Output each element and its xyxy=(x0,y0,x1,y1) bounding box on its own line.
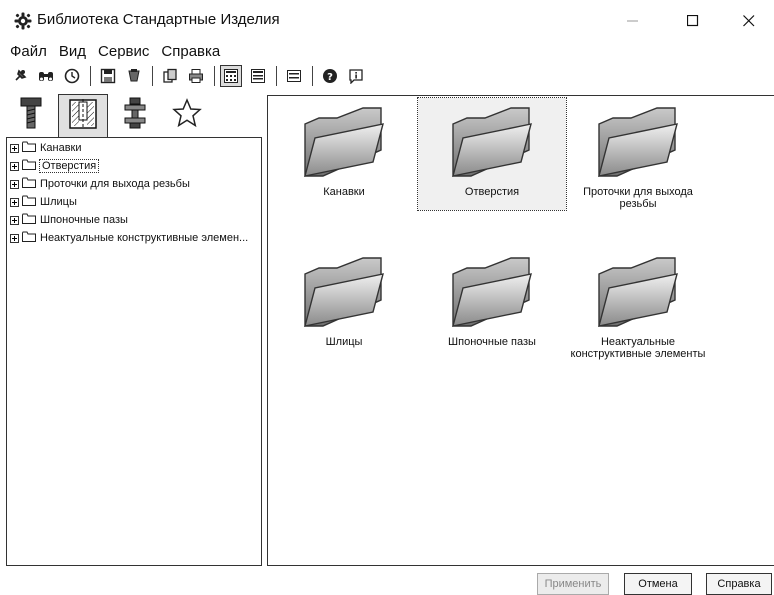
expand-icon[interactable] xyxy=(10,215,19,225)
pin-icon[interactable] xyxy=(10,66,30,86)
folder-item-label: Канавки xyxy=(323,186,365,198)
tree-item-label: Проточки для выхода резьбы xyxy=(40,178,190,190)
expand-icon[interactable] xyxy=(10,179,19,189)
tab-structural-elements[interactable] xyxy=(58,94,108,138)
gear-icon xyxy=(14,12,32,30)
folder-icon xyxy=(304,257,384,327)
menu-help[interactable]: Справка xyxy=(161,43,220,63)
expand-icon[interactable] xyxy=(10,197,19,207)
folder-icon xyxy=(598,107,678,177)
folder-icon xyxy=(22,231,36,245)
folder-item-label: Неактуальные конструктивные элементы xyxy=(570,336,706,360)
toolbar-separator xyxy=(90,66,91,86)
close-button[interactable] xyxy=(726,0,772,42)
folder-icon xyxy=(22,195,36,209)
folder-item-thread-undercuts[interactable]: Проточки для выхода резьбы xyxy=(564,104,712,210)
folder-icon xyxy=(22,159,36,173)
tree-panel: Канавки Отверстия Проточки для выхода ре… xyxy=(6,137,262,566)
tree-item-keyways[interactable]: Шпоночные пазы xyxy=(10,211,128,229)
library-tabs xyxy=(4,94,264,138)
folder-icon xyxy=(452,107,532,177)
folder-icon xyxy=(304,107,384,177)
print-icon[interactable] xyxy=(186,66,206,86)
tree-item-obsolete-elements[interactable]: Неактуальные конструктивные элемен... xyxy=(10,229,248,247)
folder-icon xyxy=(598,257,678,327)
clock-icon[interactable] xyxy=(62,66,82,86)
view-small-icons-icon[interactable] xyxy=(248,66,268,86)
toolbar-separator xyxy=(214,66,215,86)
toolbar: ? xyxy=(10,64,490,88)
expand-icon[interactable] xyxy=(10,233,19,243)
folder-item-obsolete-elements[interactable]: Неактуальные конструктивные элементы xyxy=(564,254,712,374)
tree-item-label: Канавки xyxy=(40,142,82,154)
menu-view[interactable]: Вид xyxy=(59,43,86,63)
view-list-icon[interactable] xyxy=(284,66,304,86)
folder-item-label: Шлицы xyxy=(325,336,363,348)
nut-washer-icon xyxy=(121,97,149,134)
folder-item-grooves[interactable]: Канавки xyxy=(270,104,418,208)
view-large-icons-icon[interactable] xyxy=(220,65,242,87)
hole-section-icon xyxy=(68,98,98,135)
folder-icon xyxy=(22,213,36,227)
tree-item-label: Отверстия xyxy=(38,159,100,173)
folder-icon xyxy=(22,141,36,155)
window-title: Библиотека Стандартные Изделия xyxy=(37,11,280,28)
star-icon xyxy=(172,97,202,133)
copy-icon[interactable] xyxy=(160,66,180,86)
bolt-icon xyxy=(17,96,45,135)
folder-item-keyways[interactable]: Шпоночные пазы xyxy=(418,254,566,358)
help-icon[interactable]: ? xyxy=(320,66,340,86)
tree-item-label: Неактуальные конструктивные элемен... xyxy=(40,232,249,244)
folder-icon xyxy=(452,257,532,327)
tree-item-thread-undercuts[interactable]: Проточки для выхода резьбы xyxy=(10,175,190,193)
tree-item-label: Шлицы xyxy=(40,196,77,208)
folder-item-label: Шпоночные пазы xyxy=(448,336,536,348)
toolbar-separator xyxy=(312,66,313,86)
icon-view: Канавки Отверстия Проточки для выхода рез… xyxy=(267,95,774,566)
tab-fasteners[interactable] xyxy=(110,94,160,136)
settings-icon[interactable] xyxy=(124,66,144,86)
menu-bar: Файл Вид Сервис Справка xyxy=(10,43,220,63)
menu-file[interactable]: Файл xyxy=(10,43,47,63)
title-bar: Библиотека Стандартные Изделия xyxy=(0,0,774,42)
folder-item-label: Отверстия xyxy=(464,186,520,198)
expand-icon[interactable] xyxy=(10,143,19,153)
folder-item-splines[interactable]: Шлицы xyxy=(270,254,418,358)
tree-item-splines[interactable]: Шлицы xyxy=(10,193,77,211)
folder-icon xyxy=(22,177,36,191)
menu-service[interactable]: Сервис xyxy=(98,43,149,63)
svg-text:?: ? xyxy=(327,72,333,83)
minimize-button[interactable] xyxy=(610,0,656,42)
save-icon[interactable] xyxy=(98,66,118,86)
binoculars-icon[interactable] xyxy=(36,66,56,86)
maximize-button[interactable] xyxy=(670,0,716,42)
info-icon[interactable] xyxy=(346,66,366,86)
tab-favorites[interactable] xyxy=(162,94,212,136)
tree-item-grooves[interactable]: Канавки xyxy=(10,139,82,157)
tree-item-label: Шпоночные пазы xyxy=(40,214,128,226)
tree-item-holes[interactable]: Отверстия xyxy=(10,157,100,175)
tab-bolts[interactable] xyxy=(6,94,56,136)
expand-icon[interactable] xyxy=(10,161,19,171)
toolbar-separator xyxy=(276,66,277,86)
toolbar-separator xyxy=(152,66,153,86)
folder-item-holes[interactable]: Отверстия xyxy=(417,97,567,211)
folder-item-label: Проточки для выхода резьбы xyxy=(583,186,693,210)
